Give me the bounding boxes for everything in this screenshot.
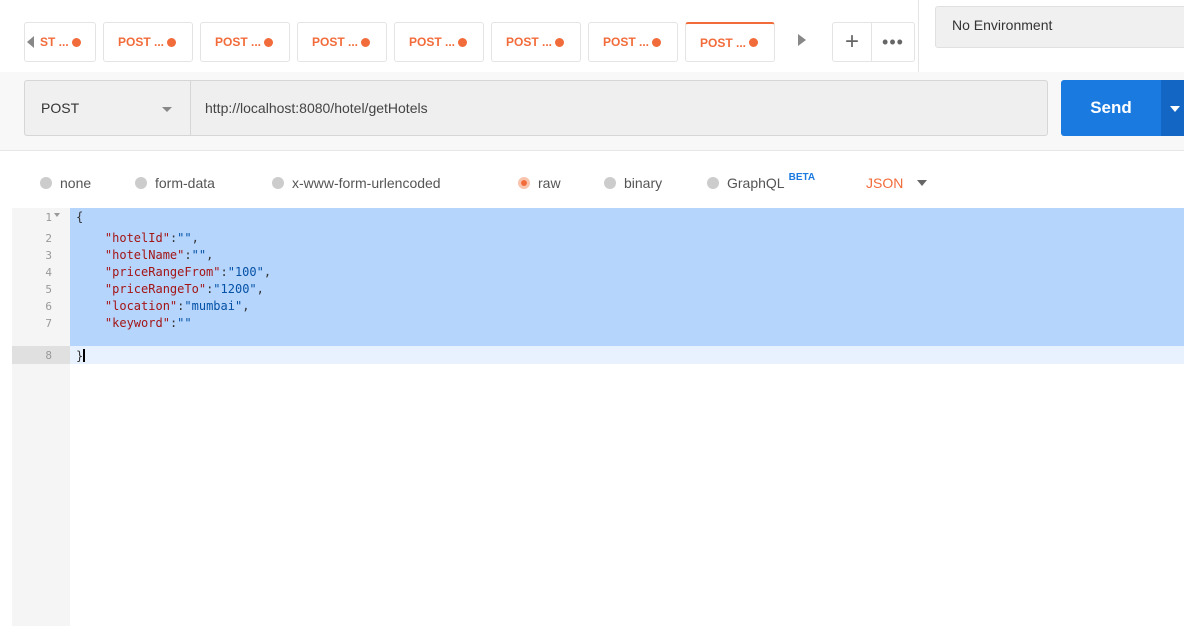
- tab-bar: ST ... POST ... POST ... POST ... POST .…: [0, 0, 1184, 72]
- radio-label: binary: [624, 175, 663, 191]
- tab-label: POST ...: [506, 35, 553, 49]
- radio-icon: [272, 177, 284, 189]
- radio-form-data[interactable]: form-data: [135, 175, 215, 191]
- line-number: 3: [45, 249, 52, 262]
- method-select[interactable]: POST: [24, 80, 190, 136]
- unsaved-dot-icon: [167, 37, 177, 47]
- chevron-right-icon[interactable]: [798, 34, 806, 46]
- radio-icon: [707, 177, 719, 189]
- request-bar: POST http://localhost:8080/hotel/getHote…: [0, 72, 1184, 151]
- unsaved-dot-icon: [749, 38, 759, 47]
- chevron-down-icon: [917, 180, 928, 186]
- radio-graphql[interactable]: GraphQL BETA: [707, 171, 816, 191]
- radio-none[interactable]: none: [40, 175, 91, 191]
- tab-label: ST ...: [40, 35, 69, 49]
- unsaved-dot-icon: [264, 37, 274, 47]
- request-tab[interactable]: POST ...: [394, 22, 484, 62]
- line-number: 7: [45, 317, 52, 330]
- radio-icon: [40, 177, 52, 189]
- code-line: {: [76, 210, 84, 224]
- line-number: 6: [45, 300, 52, 313]
- beta-badge: BETA: [788, 171, 816, 183]
- active-line: [70, 346, 1184, 364]
- send-button[interactable]: Send: [1061, 80, 1161, 136]
- code-line: "location":"mumbai",: [104, 299, 250, 313]
- environment-select[interactable]: No Environment: [935, 6, 1184, 48]
- fold-arrow-icon[interactable]: [54, 213, 60, 217]
- method-label: POST: [41, 100, 80, 116]
- unsaved-dot-icon: [71, 37, 81, 47]
- request-tab[interactable]: POST ...: [297, 22, 387, 62]
- radio-selected-icon: [518, 177, 530, 189]
- unsaved-dot-icon: [458, 37, 468, 47]
- body-type-selector: none form-data x-www-form-urlencoded raw…: [0, 150, 1184, 208]
- url-input[interactable]: http://localhost:8080/hotel/getHotels: [190, 80, 1048, 136]
- code-line: }: [76, 349, 86, 363]
- radio-icon: [604, 177, 616, 189]
- radio-urlencoded[interactable]: x-www-form-urlencoded: [272, 175, 441, 191]
- radio-icon: [135, 177, 147, 189]
- code-line: "hotelName":"",: [104, 248, 214, 262]
- tab-label: POST ...: [215, 35, 262, 49]
- unsaved-dot-icon: [361, 37, 371, 47]
- unsaved-dot-icon: [652, 37, 662, 47]
- more-tabs-button[interactable]: •••: [871, 22, 915, 62]
- radio-label: form-data: [155, 175, 215, 191]
- text-cursor: [83, 349, 86, 362]
- radio-raw[interactable]: raw: [518, 175, 561, 191]
- chevron-left-icon: [27, 36, 34, 48]
- code-editor[interactable]: 1 2 3 4 5 6 7 8 { "hotelId":"", "hotelNa…: [12, 208, 1184, 626]
- format-select[interactable]: JSON: [866, 175, 928, 191]
- code-line: "hotelId":"",: [104, 231, 199, 245]
- send-options-button[interactable]: [1161, 80, 1184, 136]
- new-tab-button[interactable]: +: [832, 22, 872, 62]
- code-line: "priceRangeTo":"1200",: [104, 282, 264, 296]
- line-number: 5: [45, 283, 52, 296]
- tab-label: POST ...: [409, 35, 456, 49]
- line-number: 4: [45, 266, 52, 279]
- line-number: 1: [45, 211, 52, 224]
- request-tab-active[interactable]: POST ...: [685, 22, 775, 62]
- divider: [918, 0, 919, 72]
- radio-label: none: [60, 175, 92, 191]
- line-number: 8: [45, 349, 52, 362]
- chevron-down-icon: [1170, 106, 1180, 112]
- line-number: 2: [45, 232, 52, 245]
- unsaved-dot-icon: [555, 37, 565, 47]
- tab-label: POST ...: [603, 35, 650, 49]
- radio-label: raw: [538, 175, 561, 191]
- radio-binary[interactable]: binary: [604, 175, 662, 191]
- format-label: JSON: [866, 175, 904, 191]
- tab-label: POST ...: [700, 35, 747, 50]
- code-line: "priceRangeFrom":"100",: [104, 265, 272, 279]
- request-tab[interactable]: POST ...: [588, 22, 678, 62]
- radio-label: x-www-form-urlencoded: [292, 175, 441, 191]
- request-tab[interactable]: POST ...: [491, 22, 581, 62]
- radio-label: GraphQL: [727, 175, 785, 191]
- request-tab[interactable]: POST ...: [103, 22, 193, 62]
- code-line: "keyword":"": [104, 316, 192, 330]
- request-tab[interactable]: POST ...: [200, 22, 290, 62]
- tab-label: POST ...: [118, 35, 165, 49]
- tab-scroll-left[interactable]: ST ...: [24, 22, 96, 62]
- tab-label: POST ...: [312, 35, 359, 49]
- chevron-down-icon: [162, 107, 172, 112]
